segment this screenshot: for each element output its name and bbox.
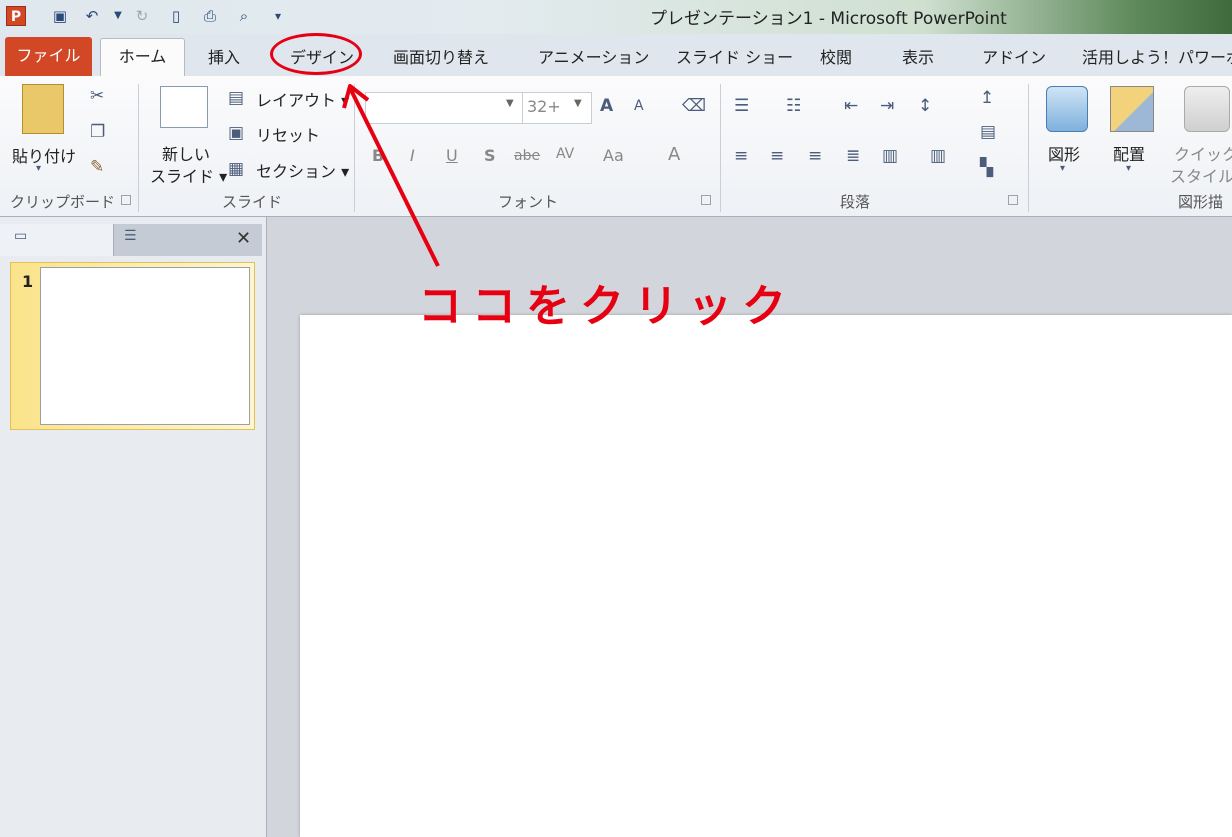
annotation-arrow: [342, 84, 440, 267]
annotation-text: ココをクリック: [418, 281, 796, 332]
